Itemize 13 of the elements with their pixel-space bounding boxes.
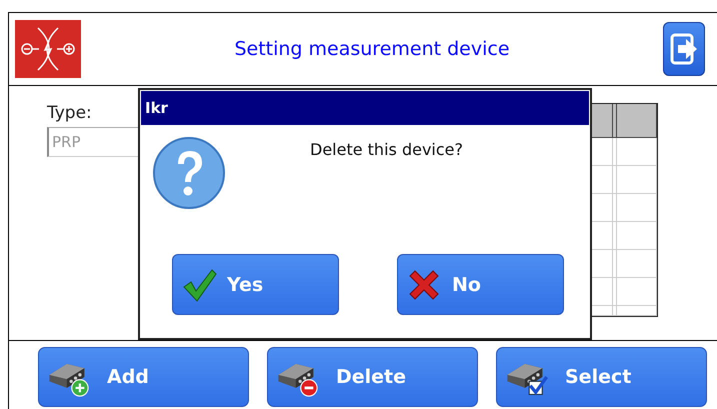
exit-button[interactable] bbox=[663, 22, 705, 76]
question-icon bbox=[152, 136, 226, 210]
dialog-message: Delete this device? bbox=[310, 140, 463, 161]
dialog-title: Ikr bbox=[141, 91, 589, 125]
yes-button[interactable]: Yes bbox=[172, 254, 339, 315]
toolbar-button[interactable]: Delete bbox=[267, 347, 478, 407]
toolbar-button[interactable]: Select bbox=[496, 347, 707, 407]
no-button[interactable]: No bbox=[397, 254, 564, 315]
type-label: Type: bbox=[47, 103, 92, 123]
toolbar-button[interactable]: Add bbox=[38, 347, 249, 407]
checkmark-icon bbox=[181, 266, 217, 302]
exit-icon bbox=[669, 32, 699, 66]
screen-title: Setting measurement device bbox=[233, 38, 511, 60]
